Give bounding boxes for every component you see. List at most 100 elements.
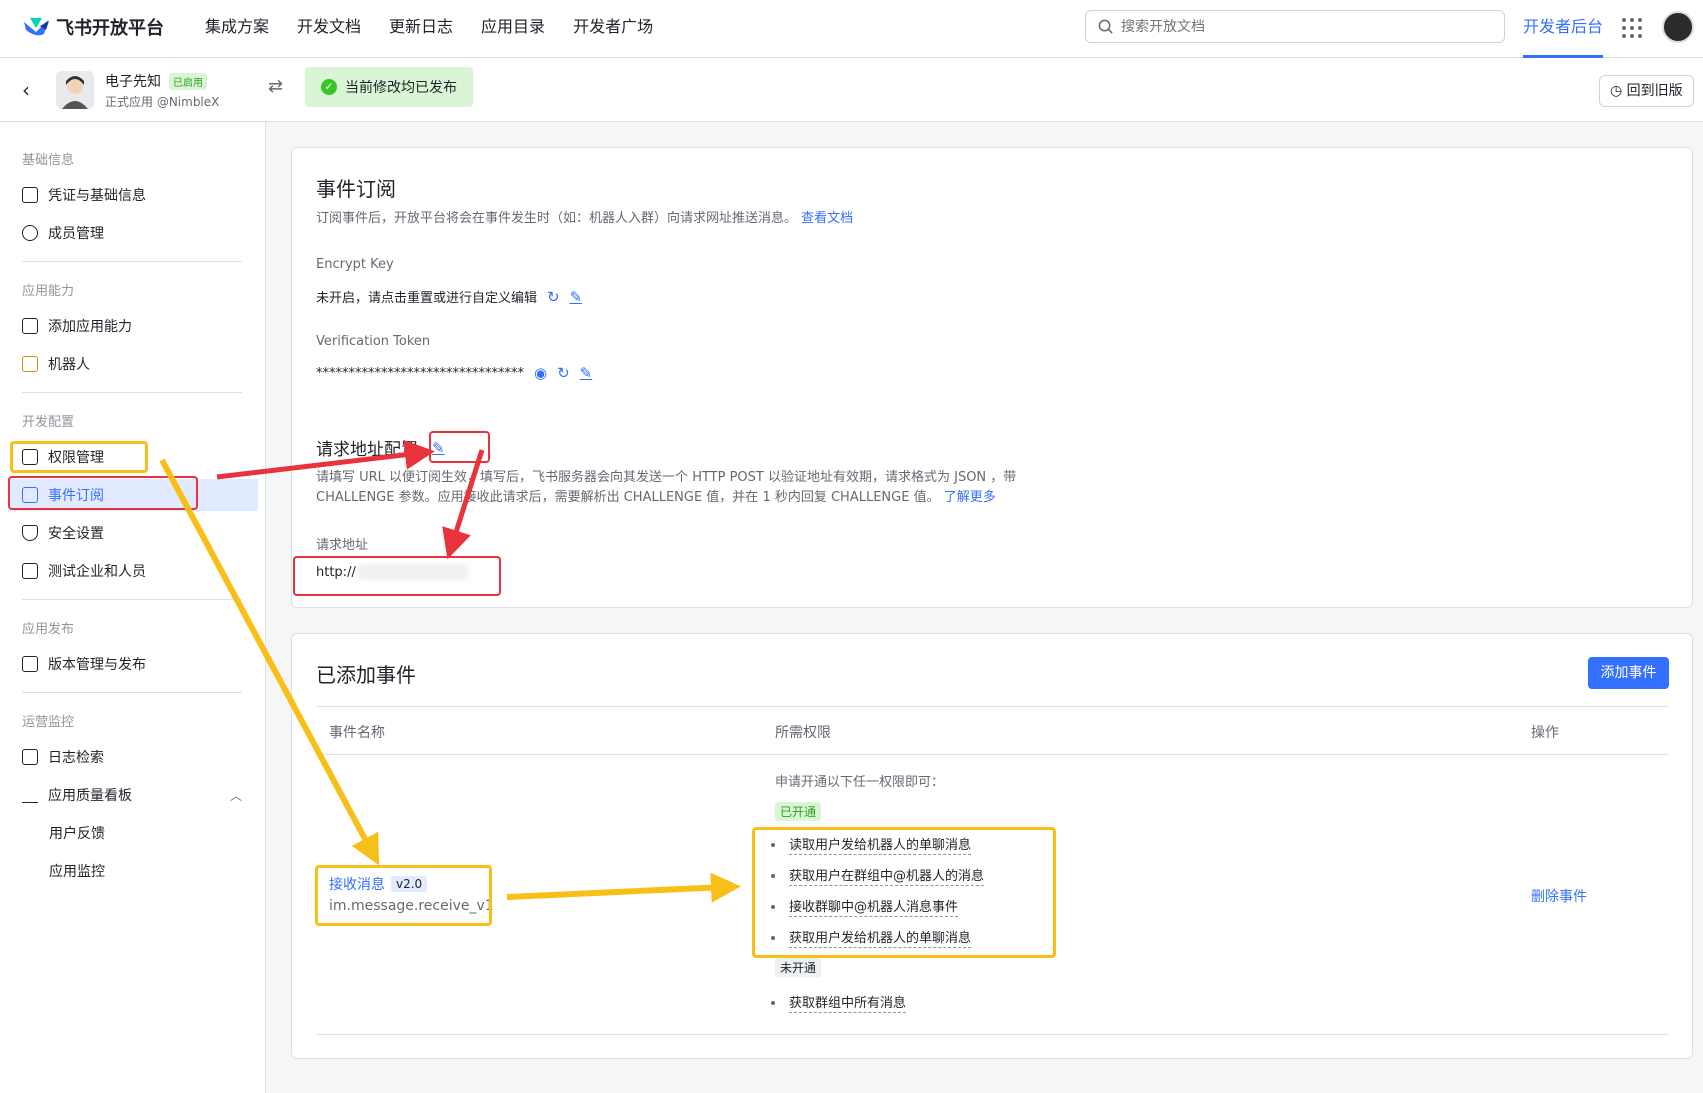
app-avatar	[56, 71, 94, 109]
request-url-desc: 请填写 URL 以便订阅生效，填写后，飞书服务器会向其发送一个 HTTP POS…	[316, 468, 1016, 508]
top-nav: 飞书开放平台 集成方案 开发文档 更新日志 应用目录 开发者广场 开发者后台	[0, 0, 1703, 58]
sidebar-item-permissions[interactable]: 权限管理	[22, 441, 242, 473]
learn-more-link[interactable]: 了解更多	[944, 490, 996, 505]
sidebar-item-label: 测试企业和人员	[48, 564, 146, 580]
sidebar-item-quality-board[interactable]: 应用质量看板 ︿	[22, 779, 242, 811]
sidebar-item-label: 事件订阅	[48, 488, 104, 504]
sidebar-item-bot[interactable]: 机器人	[22, 348, 242, 380]
lock-briefcase-icon	[22, 449, 38, 465]
event-sub-desc: 订阅事件后，开放平台将会在事件发生时（如：机器人入群）向请求网址推送消息。 查看…	[316, 209, 853, 229]
sidebar-group-dev-config: 开发配置	[22, 415, 75, 430]
nav-link-changelog[interactable]: 更新日志	[389, 0, 453, 58]
request-url-desc-line2: CHALLENGE 参数。应用接收此请求后，需要解析出 CHALLENGE 值，…	[316, 490, 940, 505]
edit-icon[interactable]: ✎	[580, 364, 593, 382]
sidebar-item-add-capability[interactable]: 添加应用能力	[22, 310, 242, 342]
nav-link-app-directory[interactable]: 应用目录	[481, 0, 545, 58]
sidebar-item-label: 添加应用能力	[48, 319, 132, 335]
perm-hint: 申请开通以下任一权限即可：	[775, 775, 945, 790]
chevron-up-icon[interactable]: ︿	[230, 787, 242, 804]
verification-token-label: Verification Token	[316, 334, 431, 349]
sidebar-item-label: 权限管理	[48, 450, 104, 466]
bullet	[771, 874, 775, 878]
sidebar-item-test-tenant[interactable]: 测试企业和人员	[22, 555, 242, 587]
search-icon	[1098, 19, 1113, 34]
bullet	[771, 843, 775, 847]
grid-plus-icon	[22, 318, 38, 334]
permission-item[interactable]: 获取用户在群组中@机器人的消息	[789, 865, 985, 886]
sidebar-group-basic: 基础信息	[22, 153, 75, 168]
col-required-permissions: 所需权限	[775, 725, 831, 741]
sidebar-item-event-subscription[interactable]: 事件订阅	[10, 479, 258, 511]
event-version-tag: v2.0	[391, 876, 428, 892]
app-name: 电子先知	[105, 74, 161, 90]
apps-grid-icon[interactable]	[1622, 18, 1642, 38]
sidebar-item-version-release[interactable]: 版本管理与发布	[22, 648, 242, 680]
code-icon	[22, 563, 38, 579]
user-avatar[interactable]	[1662, 11, 1694, 43]
search-box[interactable]	[1085, 10, 1505, 43]
request-url-config: 请求地址配置 ✎	[316, 435, 445, 461]
encrypt-key-label: Encrypt Key	[316, 257, 394, 272]
shield-icon	[22, 525, 38, 541]
nav-link-solutions[interactable]: 集成方案	[205, 0, 269, 58]
sidebar-item-security[interactable]: 安全设置	[22, 517, 242, 549]
request-url-value-row[interactable]: http://	[316, 564, 468, 580]
published-status: ✓ 当前修改均已发布	[305, 67, 473, 107]
view-docs-link[interactable]: 查看文档	[801, 211, 853, 226]
table-bottom-line	[316, 1034, 1669, 1035]
refresh-icon[interactable]: ↻	[547, 288, 560, 306]
eye-icon[interactable]: ◉	[534, 364, 547, 382]
sidebar-divider	[22, 599, 242, 600]
back-arrow-icon[interactable]: ‹	[22, 78, 30, 102]
logo[interactable]: 飞书开放平台	[22, 14, 164, 40]
sidebar-group-release: 应用发布	[22, 622, 75, 637]
app-status-badge: 已启用	[169, 72, 207, 90]
request-url-value: http://	[316, 564, 356, 580]
search-input[interactable]	[1121, 18, 1481, 35]
redacted-url	[357, 564, 468, 580]
add-event-button[interactable]: 添加事件	[1588, 657, 1669, 689]
sidebar-item-label: 应用质量看板	[48, 788, 132, 804]
sidebar-item-members[interactable]: 成员管理	[22, 217, 242, 249]
delete-event-link[interactable]: 删除事件	[1531, 886, 1587, 906]
switch-app-icon[interactable]: ⇄	[268, 76, 283, 97]
request-url-title: 请求地址配置	[316, 440, 418, 460]
sidebar-item-label: 成员管理	[48, 226, 104, 242]
col-event-name: 事件名称	[329, 725, 385, 741]
request-url-label: 请求地址	[316, 538, 369, 553]
permission-item[interactable]: 获取群组中所有消息	[789, 992, 907, 1013]
sidebar-item-credentials[interactable]: 凭证与基础信息	[22, 179, 242, 211]
sidebar-item-log-search[interactable]: 日志检索	[22, 741, 242, 773]
event-name-link[interactable]: 接收消息	[329, 874, 385, 894]
sidebar-divider	[22, 392, 242, 393]
check-circle-icon: ✓	[321, 79, 337, 95]
sidebar-item-label: 机器人	[48, 357, 90, 373]
bullet	[771, 1001, 775, 1005]
nav-link-developer-square[interactable]: 开发者广场	[573, 0, 653, 58]
sidebar-item-user-feedback[interactable]: 用户反馈	[49, 817, 269, 849]
permission-item[interactable]: 获取用户发给机器人的单聊消息	[789, 927, 972, 948]
robot-icon	[22, 356, 38, 372]
nav-link-docs[interactable]: 开发文档	[297, 0, 361, 58]
back-to-old-version-button[interactable]: ◷ 回到旧版	[1599, 75, 1694, 107]
enabled-tag: 已开通	[775, 802, 822, 821]
sidebar-item-app-monitor[interactable]: 应用监控	[49, 855, 269, 887]
logo-text: 飞书开放平台	[56, 18, 164, 39]
upload-icon	[22, 656, 38, 672]
permission-item[interactable]: 读取用户发给机器人的单聊消息	[789, 834, 972, 855]
edit-request-url-icon[interactable]: ✎	[432, 439, 445, 457]
added-events-title: 已添加事件	[316, 663, 416, 687]
nav-links: 集成方案 开发文档 更新日志 应用目录 开发者广场	[205, 0, 681, 58]
edit-icon[interactable]: ✎	[570, 288, 583, 306]
sidebar-group-capabilities: 应用能力	[22, 284, 75, 299]
refresh-icon[interactable]: ↻	[557, 364, 570, 382]
old-version-label: 回到旧版	[1626, 83, 1683, 99]
feishu-logo-icon	[24, 18, 49, 36]
dev-console-tab[interactable]: 开发者后台	[1523, 0, 1604, 58]
sidebar: 基础信息 凭证与基础信息 成员管理 应用能力 添加应用能力 机器人 开发配置 权…	[0, 123, 266, 1093]
sidebar-divider	[22, 692, 242, 693]
permission-item[interactable]: 接收群聊中@机器人消息事件	[789, 896, 959, 917]
event-plus-icon	[22, 487, 38, 503]
app-subtitle: 正式应用 @NimbleX	[105, 95, 220, 109]
event-sub-desc-text: 订阅事件后，开放平台将会在事件发生时（如：机器人入群）向请求网址推送消息。	[316, 211, 798, 226]
